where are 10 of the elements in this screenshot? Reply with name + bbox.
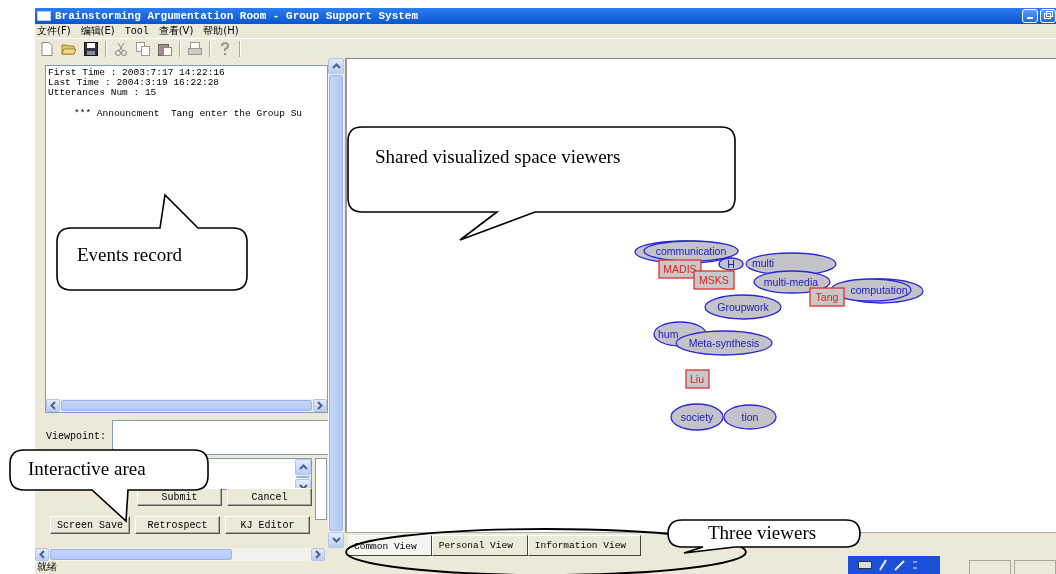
log-line: Utterances Num : 15 bbox=[48, 88, 158, 98]
window-title: Brainstorming Argumentation Room - Group Support System bbox=[55, 10, 419, 22]
callout-text: Events record bbox=[77, 244, 182, 266]
log-line: *** Announcment Tang enter the Group Su bbox=[74, 109, 304, 119]
callout-text: Shared visualized space viewers bbox=[375, 146, 621, 168]
log-line: First Time : 2003:7:17 14:22:16 bbox=[48, 68, 226, 78]
status-text: 就绪 bbox=[37, 560, 57, 574]
log-line: Last Time : 2004:3:19 16:22:28 bbox=[48, 78, 221, 88]
field-label: Viewpoint: bbox=[45, 430, 107, 444]
callout-text: Interactive area bbox=[28, 458, 146, 480]
